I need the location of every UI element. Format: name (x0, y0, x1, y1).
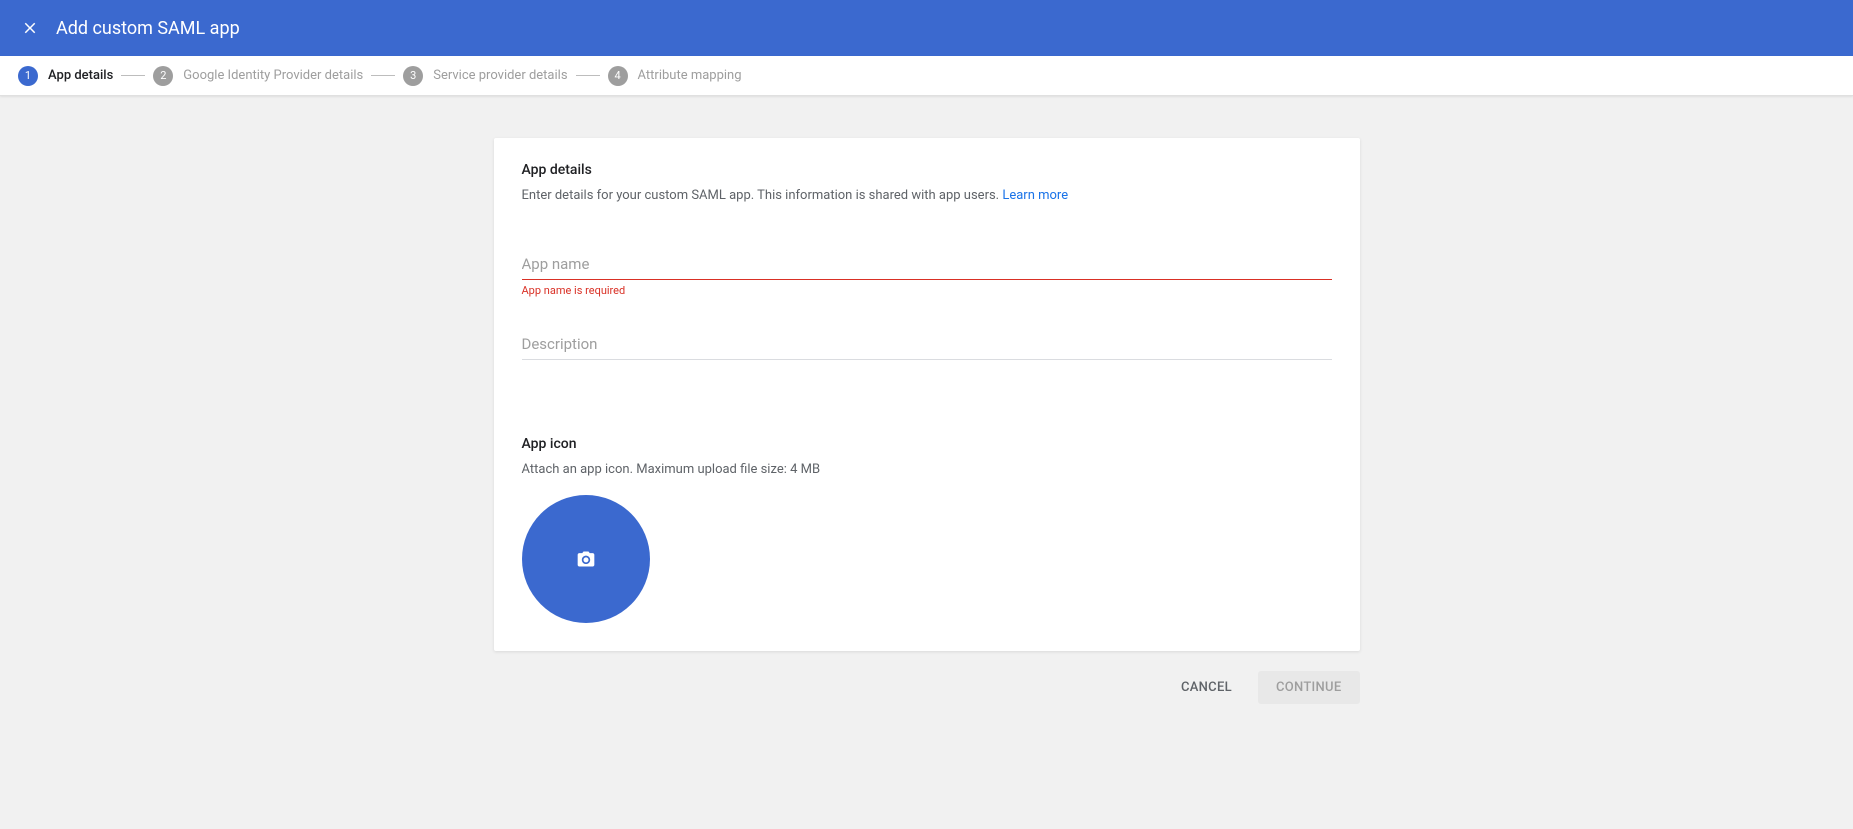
app-name-group: App name is required (522, 251, 1332, 297)
step-label: App details (48, 68, 113, 83)
content-area: App details Enter details for your custo… (0, 96, 1853, 724)
step-separator (576, 75, 600, 76)
continue-button[interactable]: CONTINUE (1258, 671, 1360, 704)
step-idp-details[interactable]: 2 Google Identity Provider details (153, 66, 363, 86)
step-app-details[interactable]: 1 App details (18, 66, 113, 86)
dialog-header: Add custom SAML app (0, 0, 1853, 56)
section-title-details: App details (522, 162, 1332, 178)
section-title-icon: App icon (522, 436, 1332, 452)
dialog-title: Add custom SAML app (56, 18, 240, 39)
step-label: Google Identity Provider details (183, 68, 363, 83)
app-name-error: App name is required (522, 284, 1332, 297)
section-desc-details: Enter details for your custom SAML app. … (522, 188, 1332, 203)
learn-more-link[interactable]: Learn more (1002, 188, 1068, 203)
stepper: 1 App details 2 Google Identity Provider… (0, 56, 1853, 96)
step-circle: 1 (18, 66, 38, 86)
description-input[interactable] (522, 331, 1332, 360)
cancel-button[interactable]: CANCEL (1163, 671, 1250, 704)
section-desc-text: Enter details for your custom SAML app. … (522, 188, 1003, 203)
step-circle: 2 (153, 66, 173, 86)
section-desc-icon: Attach an app icon. Maximum upload file … (522, 462, 1332, 477)
app-name-input[interactable] (522, 251, 1332, 280)
description-group (522, 331, 1332, 360)
close-button[interactable] (18, 16, 42, 40)
step-label: Service provider details (433, 68, 567, 83)
step-sp-details[interactable]: 3 Service provider details (403, 66, 567, 86)
footer-actions: CANCEL CONTINUE (494, 651, 1360, 724)
icon-upload-button[interactable] (522, 495, 650, 623)
step-attribute-mapping[interactable]: 4 Attribute mapping (608, 66, 742, 86)
step-label: Attribute mapping (638, 68, 742, 83)
step-separator (121, 75, 145, 76)
step-circle: 4 (608, 66, 628, 86)
app-details-card: App details Enter details for your custo… (494, 138, 1360, 651)
step-separator (371, 75, 395, 76)
close-icon (21, 19, 39, 37)
step-circle: 3 (403, 66, 423, 86)
camera-icon (575, 549, 597, 569)
